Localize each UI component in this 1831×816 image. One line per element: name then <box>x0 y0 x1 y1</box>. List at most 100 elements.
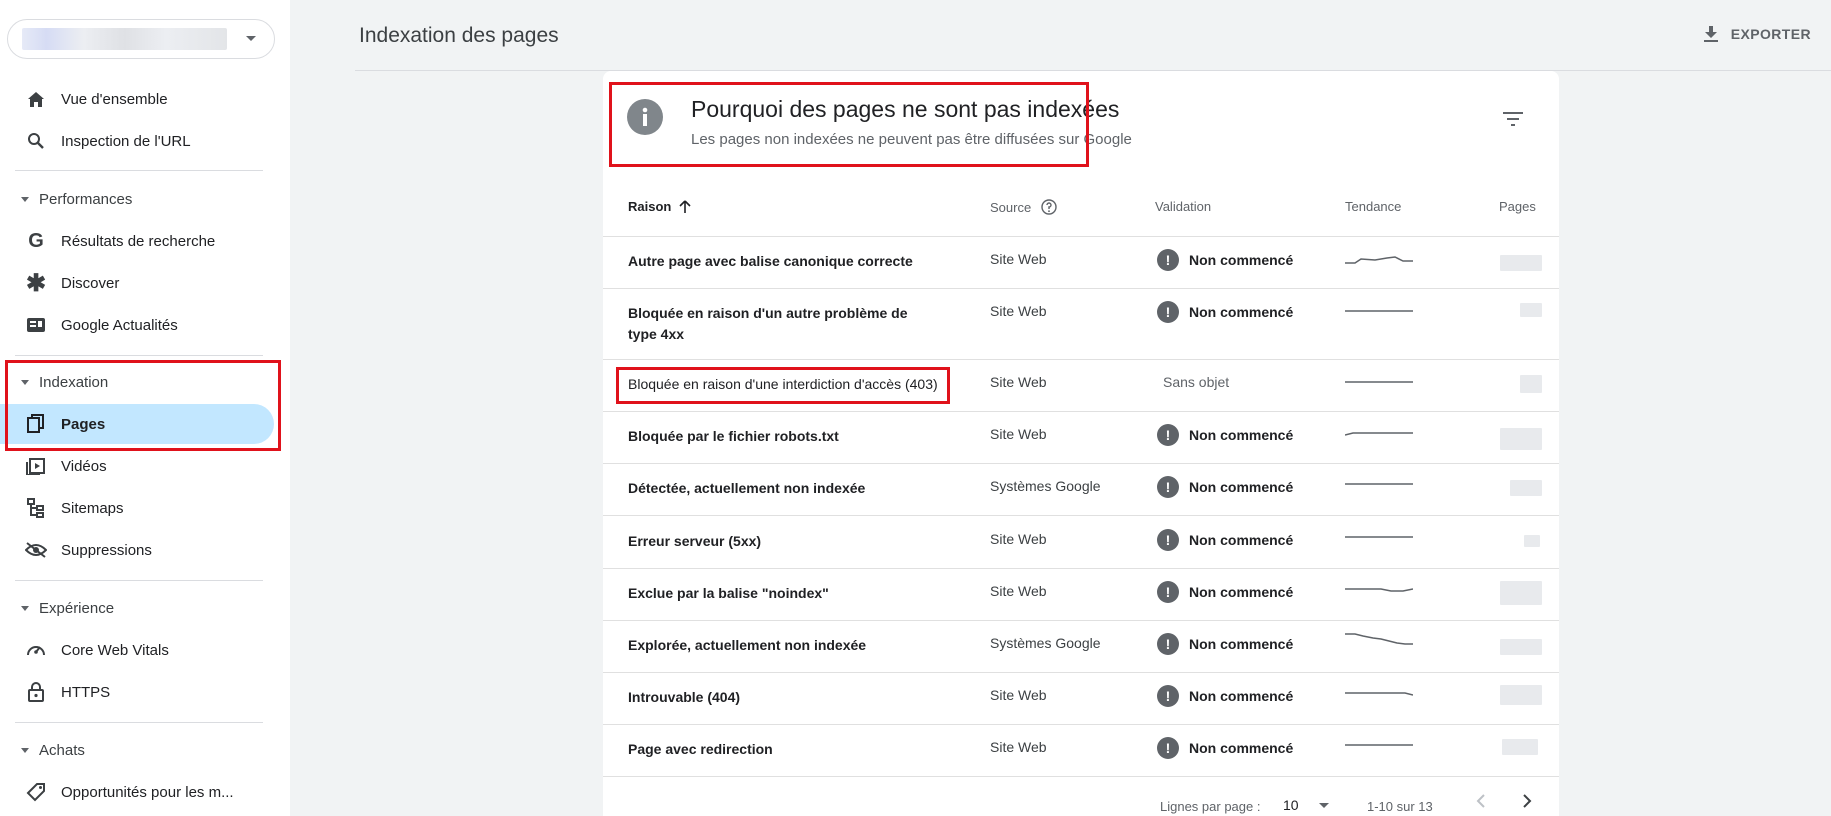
row-source: Systèmes Google <box>990 478 1101 494</box>
nav-opportunities-label: Opportunités pour les m... <box>61 783 234 801</box>
pages-count-redacted <box>1500 255 1542 271</box>
trend-sparkline <box>1345 536 1413 538</box>
row-validation-label: Non commencé <box>1189 427 1294 443</box>
row-validation: ! Non commencé <box>1157 685 1293 707</box>
sidebar-divider <box>15 170 263 171</box>
nav-core-web-vitals[interactable]: Core Web Vitals <box>0 630 274 670</box>
row-validation: Sans objet <box>1155 374 1229 390</box>
chevron-left-icon <box>1476 794 1485 808</box>
download-icon <box>1703 26 1718 42</box>
row-source: Site Web <box>990 426 1047 442</box>
lock-icon <box>25 681 47 703</box>
row-reason[interactable]: Page avec redirection <box>628 739 918 760</box>
table-row-divider <box>603 463 1559 464</box>
nav-sitemaps[interactable]: Sitemaps <box>0 488 274 528</box>
chevron-right-icon <box>1523 794 1532 808</box>
highlight-indexing-box <box>5 360 281 451</box>
col-header-pages-label: Pages <box>1499 199 1536 214</box>
row-reason[interactable]: Bloquée en raison d'un autre problème de… <box>628 303 918 345</box>
exclamation-icon: ! <box>1157 301 1179 323</box>
section-performance-label: Performances <box>39 190 133 208</box>
nav-discover[interactable]: ✱ Discover <box>0 263 274 303</box>
row-reason[interactable]: Bloquée par le fichier robots.txt <box>628 426 918 447</box>
help-icon[interactable] <box>1041 199 1057 215</box>
section-experience[interactable]: Expérience <box>0 590 274 626</box>
exclamation-icon: ! <box>1157 737 1179 759</box>
nav-https[interactable]: HTTPS <box>0 672 274 712</box>
row-reason[interactable]: Explorée, actuellement non indexée <box>628 635 918 656</box>
section-shopping[interactable]: Achats <box>0 732 274 768</box>
trend-sparkline <box>1345 744 1413 746</box>
section-experience-label: Expérience <box>39 599 115 617</box>
row-validation-label: Non commencé <box>1189 636 1294 652</box>
sidebar-divider <box>15 580 263 581</box>
row-reason[interactable]: Autre page avec balise canonique correct… <box>628 251 918 272</box>
row-validation: ! Non commencé <box>1157 581 1293 603</box>
col-header-validation[interactable]: Validation <box>1155 199 1211 214</box>
row-validation-label: Non commencé <box>1189 688 1294 704</box>
prev-page-button[interactable] <box>1475 793 1487 812</box>
page-title: Indexation des pages <box>359 24 559 47</box>
next-page-button[interactable] <box>1521 793 1533 812</box>
highlight-card-title-box <box>609 82 1089 167</box>
row-source: Site Web <box>990 687 1047 703</box>
row-source: Site Web <box>990 251 1047 267</box>
sidebar-divider <box>15 722 263 723</box>
table-row-divider <box>603 568 1559 569</box>
exclamation-icon: ! <box>1157 424 1179 446</box>
nav-url-inspection[interactable]: Inspection de l'URL <box>0 121 274 161</box>
row-reason[interactable]: Introuvable (404) <box>628 687 918 708</box>
row-source: Site Web <box>990 531 1047 547</box>
table-row-divider <box>603 620 1559 621</box>
table-row-divider <box>603 776 1559 777</box>
pages-count-redacted <box>1510 480 1542 496</box>
rows-per-page-select[interactable]: 10 <box>1283 797 1329 813</box>
nav-videos[interactable]: Vidéos <box>0 446 274 486</box>
pages-count-redacted <box>1500 428 1542 450</box>
col-header-reason[interactable]: Raison <box>628 199 691 214</box>
row-validation: ! Non commencé <box>1157 633 1293 655</box>
row-source: Site Web <box>990 739 1047 755</box>
nav-search-results-label: Résultats de recherche <box>61 232 216 250</box>
pages-count-redacted <box>1500 639 1542 655</box>
nav-opportunities[interactable]: Opportunités pour les m... <box>0 772 274 812</box>
row-reason[interactable]: Détectée, actuellement non indexée <box>628 478 918 499</box>
tag-icon <box>25 781 47 803</box>
export-button[interactable]: EXPORTER <box>1703 25 1811 43</box>
pages-count-redacted <box>1520 303 1542 317</box>
sidebar: Vue d'ensemble Inspection de l'URL Perfo… <box>0 0 290 816</box>
trend-sparkline <box>1345 432 1413 436</box>
not-indexed-card: Pourquoi des pages ne sont pas indexées … <box>603 71 1559 816</box>
nav-https-label: HTTPS <box>61 683 111 701</box>
row-source: Site Web <box>990 583 1047 599</box>
nav-discover-label: Discover <box>61 274 120 292</box>
nav-sitemaps-label: Sitemaps <box>61 499 124 517</box>
row-reason[interactable]: Exclue par la balise "noindex" <box>628 583 918 604</box>
property-selector[interactable] <box>7 19 275 59</box>
nav-search-results[interactable]: G Résultats de recherche <box>0 221 274 261</box>
trend-sparkline <box>1345 381 1413 383</box>
row-reason[interactable]: Erreur serveur (5xx) <box>628 531 918 552</box>
row-validation-label: Non commencé <box>1189 304 1294 320</box>
exclamation-icon: ! <box>1157 633 1179 655</box>
nav-overview[interactable]: Vue d'ensemble <box>0 79 274 119</box>
filter-icon[interactable] <box>1503 111 1523 132</box>
table-divider <box>603 236 1559 237</box>
nav-url-inspection-label: Inspection de l'URL <box>61 132 191 150</box>
trend-sparkline <box>1345 256 1413 264</box>
col-header-trend-label: Tendance <box>1345 199 1402 214</box>
nav-google-news[interactable]: Google Actualités <box>0 305 274 345</box>
table-row-divider <box>603 411 1559 412</box>
trend-sparkline <box>1345 483 1413 485</box>
news-icon <box>25 314 47 336</box>
nav-removals[interactable]: Suppressions <box>0 530 274 570</box>
section-performance[interactable]: Performances <box>0 181 274 217</box>
trend-sparkline <box>1345 310 1413 312</box>
nav-removals-label: Suppressions <box>61 541 152 559</box>
rows-per-page-value: 10 <box>1283 797 1299 813</box>
col-header-trend: Tendance <box>1345 199 1401 214</box>
col-header-source[interactable]: Source <box>990 199 1057 215</box>
col-header-pages[interactable]: Pages <box>1499 199 1536 214</box>
nav-core-web-vitals-label: Core Web Vitals <box>61 641 169 659</box>
row-source: Site Web <box>990 374 1047 390</box>
